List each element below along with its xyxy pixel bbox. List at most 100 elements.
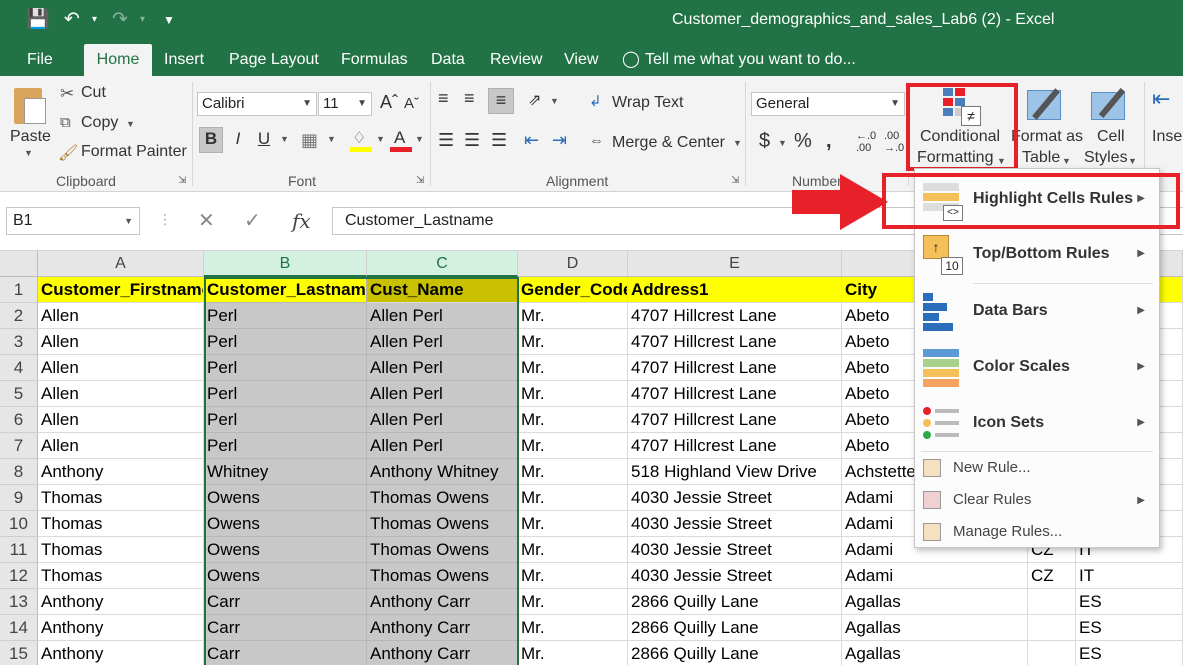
insert-cells-button[interactable]: Insert [1152,128,1183,146]
cell-b4[interactable]: Perl [204,355,367,381]
cell-a4[interactable]: Allen [38,355,204,381]
cell-d9[interactable]: Mr. [518,485,628,511]
underline-dropdown-icon[interactable]: ▼ [280,134,289,144]
cell-c6[interactable]: Allen Perl [367,407,518,433]
cell-g12[interactable]: CZ [1028,563,1076,589]
cell-b13[interactable]: Carr [204,589,367,615]
copy-button[interactable]: Copy [81,114,118,132]
cell-b9[interactable]: Owens [204,485,367,511]
save-icon[interactable]: 💾 [26,8,50,32]
cell-a8[interactable]: Anthony [38,459,204,485]
cell-c3[interactable]: Allen Perl [367,329,518,355]
cell-d5[interactable]: Mr. [518,381,628,407]
menu-item-top-bottom-rules[interactable]: ↑ 10 Top/Bottom Rules ▶ [915,229,1159,283]
cell-b11[interactable]: Owens [204,537,367,563]
cell-e9[interactable]: 4030 Jessie Street [628,485,842,511]
cell-b8[interactable]: Whitney [204,459,367,485]
cell-c11[interactable]: Thomas Owens [367,537,518,563]
tab-view[interactable]: View [564,44,598,76]
column-header-b[interactable]: B [204,251,367,277]
wrap-text-button[interactable]: Wrap Text [612,94,683,112]
cell-d12[interactable]: Mr. [518,563,628,589]
tab-file[interactable]: File [27,44,53,76]
cell-a2[interactable]: Allen [38,303,204,329]
row-header[interactable]: 14 [0,615,38,641]
copy-dropdown-icon[interactable]: ▼ [126,119,135,129]
orientation-dropdown-icon[interactable]: ▼ [550,96,559,106]
cell-styles-label2[interactable]: Styles [1084,149,1128,167]
underline-button[interactable]: U [254,128,274,152]
borders-dropdown-icon[interactable]: ▼ [327,134,336,144]
row-header[interactable]: 15 [0,641,38,665]
column-header-d[interactable]: D [518,251,628,277]
cell-b1[interactable]: Customer_Lastname [204,277,367,303]
cell-d15[interactable]: Mr. [518,641,628,665]
font-launcher-icon[interactable]: ⇲ [416,175,424,186]
cell-c13[interactable]: Anthony Carr [367,589,518,615]
align-top-icon[interactable]: ≡ [438,88,449,109]
align-left-icon[interactable]: ☰ [438,130,454,151]
cell-e5[interactable]: 4707 Hillcrest Lane [628,381,842,407]
cell-c1[interactable]: Cust_Name [367,277,518,303]
italic-button[interactable]: I [228,128,248,152]
cell-e3[interactable]: 4707 Hillcrest Lane [628,329,842,355]
cell-f12[interactable]: Adami [842,563,1028,589]
cell-a3[interactable]: Allen [38,329,204,355]
name-box[interactable]: B1 ▼ [6,207,140,235]
fill-color-icon[interactable]: ♢ [350,130,372,152]
customize-qat-icon[interactable]: ▼ [163,8,175,32]
row-header[interactable]: 9 [0,485,38,511]
cell-a11[interactable]: Thomas [38,537,204,563]
menu-item-data-bars[interactable]: Data Bars ▶ [915,285,1159,339]
cell-c9[interactable]: Thomas Owens [367,485,518,511]
column-header-c[interactable]: C [367,251,518,277]
cell-e10[interactable]: 4030 Jessie Street [628,511,842,537]
cell-b3[interactable]: Perl [204,329,367,355]
cell-h14[interactable]: ES [1076,615,1183,641]
decrease-font-icon[interactable]: Aˇ [404,95,419,112]
redo-icon[interactable]: ↷ [112,8,128,32]
row-header[interactable]: 5 [0,381,38,407]
cell-e13[interactable]: 2866 Quilly Lane [628,589,842,615]
comma-style-icon[interactable]: , [826,130,832,153]
menu-item-new-rule[interactable]: New Rule... [915,455,1159,485]
cell-g15[interactable] [1028,641,1076,665]
tab-review[interactable]: Review [490,44,542,76]
row-header[interactable]: 12 [0,563,38,589]
column-header-e[interactable]: E [628,251,842,277]
decrease-indent-icon[interactable]: ⇤ [524,130,539,151]
cell-a7[interactable]: Allen [38,433,204,459]
tab-formulas[interactable]: Formulas [341,44,408,76]
cell-a13[interactable]: Anthony [38,589,204,615]
cell-c15[interactable]: Anthony Carr [367,641,518,665]
cell-c14[interactable]: Anthony Carr [367,615,518,641]
tab-insert[interactable]: Insert [164,44,204,76]
format-as-table-button[interactable]: Format as [1011,128,1083,146]
increase-font-icon[interactable]: Aˆ [380,92,398,113]
tab-page-layout[interactable]: Page Layout [229,44,319,76]
align-middle-icon[interactable]: ≡ [464,88,475,109]
orientation-icon[interactable]: ⇗ [528,90,541,110]
row-header[interactable]: 6 [0,407,38,433]
cell-h12[interactable]: IT [1076,563,1183,589]
align-right-icon[interactable]: ☰ [491,130,507,151]
row-header[interactable]: 7 [0,433,38,459]
cell-e8[interactable]: 518 Highland View Drive [628,459,842,485]
tell-me-box[interactable]: Tell me what you want to do... [645,44,856,76]
bold-button[interactable]: B [199,127,223,153]
cell-c7[interactable]: Allen Perl [367,433,518,459]
cell-c5[interactable]: Allen Perl [367,381,518,407]
increase-indent-icon[interactable]: ⇥ [552,130,567,151]
paste-icon[interactable] [12,84,48,124]
cell-d8[interactable]: Mr. [518,459,628,485]
percent-button[interactable]: % [794,130,812,153]
tab-home[interactable]: Home [84,44,152,76]
font-name-combo[interactable]: Calibri ▼ [197,92,317,116]
cell-b5[interactable]: Perl [204,381,367,407]
row-header[interactable]: 10 [0,511,38,537]
menu-item-icon-sets[interactable]: Icon Sets ▶ [915,397,1159,451]
cell-e12[interactable]: 4030 Jessie Street [628,563,842,589]
cell-a10[interactable]: Thomas [38,511,204,537]
cancel-icon[interactable]: ✕ [198,207,215,235]
cell-b6[interactable]: Perl [204,407,367,433]
